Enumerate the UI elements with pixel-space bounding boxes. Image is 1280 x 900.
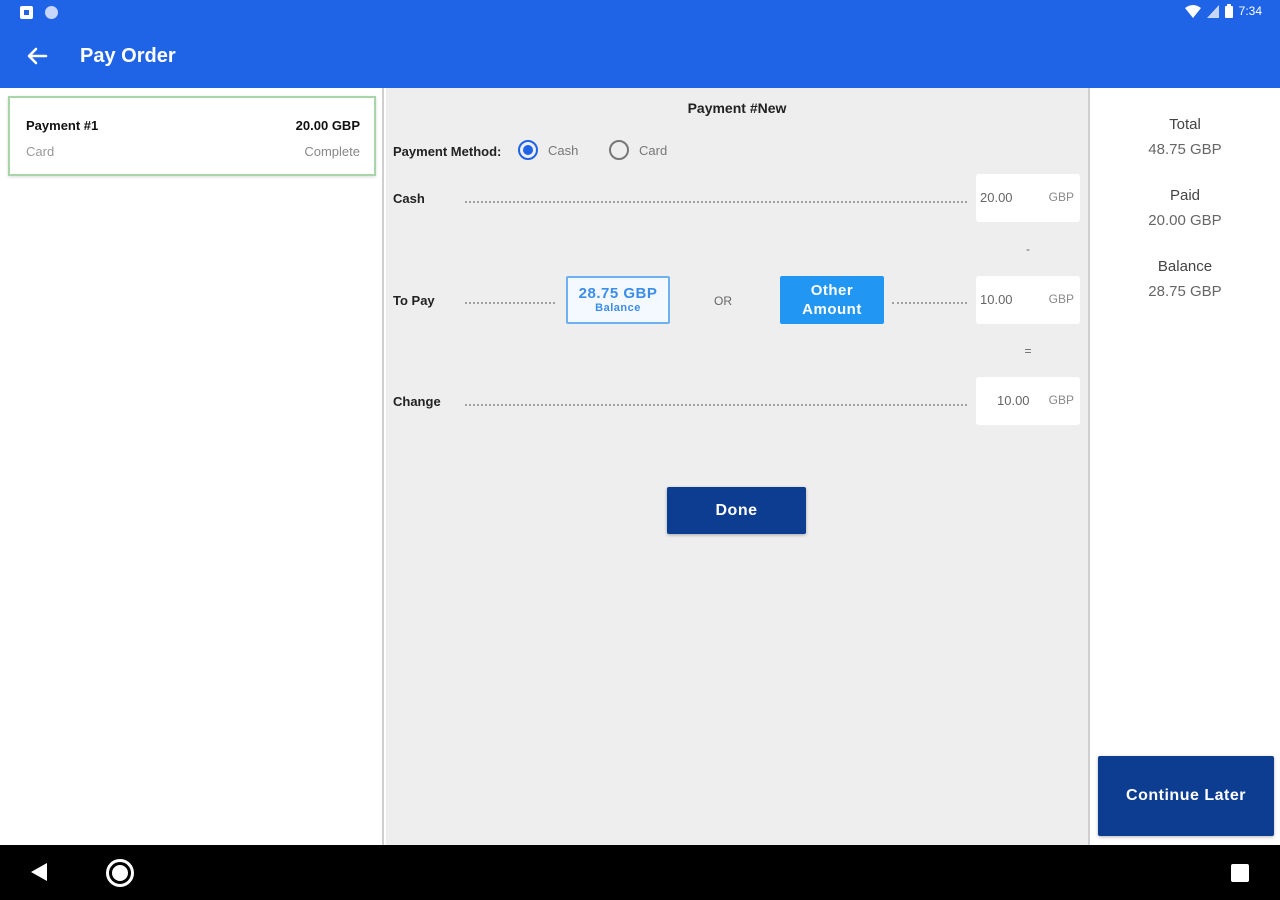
status-bar: 7:34	[0, 0, 1280, 26]
nav-back-icon[interactable]	[31, 863, 47, 881]
nav-recents-icon[interactable]	[1231, 864, 1249, 882]
or-text: OR	[714, 294, 732, 308]
balance-value: 28.75 GBP	[1148, 283, 1222, 300]
payment-method: Card	[26, 144, 55, 159]
done-button[interactable]: Done	[667, 487, 806, 534]
total-value: 48.75 GBP	[1148, 141, 1222, 158]
status-time: 7:34	[1238, 4, 1262, 18]
cash-divider	[465, 201, 967, 203]
payment-status: Complete	[304, 144, 360, 159]
payments-list: Payment #1 20.00 GBP Card Complete	[0, 88, 384, 845]
arrow-back-icon[interactable]	[24, 40, 50, 72]
balance-sub-label: Balance	[595, 302, 641, 314]
to-pay-amount-field[interactable]: 10.00 GBP	[976, 276, 1080, 324]
to-pay-label: To Pay	[393, 293, 435, 308]
change-label: Change	[393, 394, 441, 409]
nav-home-icon[interactable]	[106, 859, 134, 887]
paid-value: 20.00 GBP	[1148, 212, 1222, 229]
paid-label: Paid	[1169, 187, 1201, 204]
payment-form: Payment #New Payment Method: Cash Card C…	[386, 88, 1088, 845]
order-summary: Total 48.75 GBP Paid 20.00 GBP Balance 2…	[1088, 88, 1280, 845]
other-amount-button[interactable]: Other Amount	[780, 276, 884, 324]
equals-sign: =	[1024, 344, 1032, 358]
to-pay-currency: GBP	[1048, 292, 1074, 306]
radio-card-label: Card	[639, 142, 668, 158]
payment-title: Payment #1	[26, 118, 99, 133]
change-amount-field: 10.00 GBP	[976, 377, 1080, 425]
continue-later-button[interactable]: Continue Later	[1098, 756, 1274, 836]
balance-amount: 28.75 GBP	[578, 285, 658, 302]
payment-amount: 20.00 GBP	[295, 118, 360, 133]
navigation-bar	[0, 845, 1280, 900]
cash-amount-value: 20.00	[980, 190, 1013, 205]
cash-amount-field[interactable]: 20.00 GBP	[976, 174, 1080, 222]
signal-icon	[1206, 4, 1219, 18]
form-heading: Payment #New	[687, 100, 787, 116]
cash-currency: GBP	[1048, 190, 1074, 204]
minus-sign: -	[1026, 242, 1030, 256]
status-right: 7:34	[1184, 4, 1262, 18]
wifi-icon	[1184, 4, 1201, 18]
app-bar: Pay Order	[0, 26, 1280, 88]
total-label: Total	[1169, 116, 1201, 133]
battery-icon	[1224, 4, 1233, 18]
radio-cash-icon[interactable]	[518, 140, 538, 160]
payment-card[interactable]: Payment #1 20.00 GBP Card Complete	[8, 96, 376, 176]
change-amount-value: 10.00	[997, 393, 1030, 408]
to-pay-divider-right	[892, 302, 967, 304]
radio-card-icon[interactable]	[609, 140, 629, 160]
sync-icon	[45, 6, 58, 19]
radio-card[interactable]: Card	[609, 140, 667, 160]
page-title: Pay Order	[80, 45, 176, 67]
radio-cash[interactable]: Cash	[518, 140, 578, 160]
change-currency: GBP	[1048, 393, 1074, 407]
radio-cash-label: Cash	[548, 142, 579, 158]
balance-button[interactable]: 28.75 GBP Balance	[566, 276, 670, 324]
status-left	[20, 6, 58, 19]
payment-method-label: Payment Method:	[393, 144, 502, 159]
change-divider	[465, 404, 967, 406]
cash-label: Cash	[393, 191, 425, 206]
to-pay-divider-left	[465, 302, 555, 304]
balance-label: Balance	[1157, 258, 1213, 275]
to-pay-amount-value: 10.00	[980, 292, 1013, 307]
notification-icon	[20, 6, 33, 19]
